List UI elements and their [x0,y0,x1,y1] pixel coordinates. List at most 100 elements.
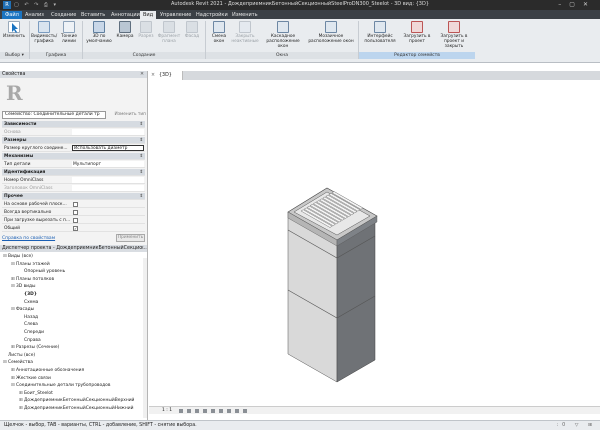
property-row[interactable]: Размер круглого соедине... Использовать д… [2,145,145,152]
close-icon[interactable]: ✕ [140,71,144,78]
tree-node[interactable]: Справа [19,338,41,344]
property-row[interactable]: Всегда вертикально [2,209,145,216]
tree-node[interactable]: Спереди [19,330,44,336]
collapse-toggle-icon[interactable]: ⇕ [139,153,143,160]
tree-node[interactable]: ⊞Аннотационные обозначения [11,368,84,374]
tree-node[interactable]: ⊟Планы этажей [11,262,50,268]
tree-node[interactable]: ⊟Семейства [3,360,33,366]
close-icon[interactable]: × [151,71,155,80]
property-value[interactable] [72,177,144,183]
tab-annotate[interactable]: Аннотации [108,11,143,19]
model-3d-view[interactable] [149,80,600,406]
collapse-toggle-icon[interactable]: ⇕ [139,137,143,144]
callout-button[interactable]: Фрагмент плана [157,21,181,44]
elevation-button[interactable]: Фасад [182,21,202,39]
modify-button[interactable]: Изменить [2,21,26,39]
type-selector[interactable]: Семейство: Соединительные детали тр [2,111,106,119]
property-value[interactable]: Мультипорт [72,161,144,167]
tree-node[interactable]: ⊟Виды (все) [3,254,33,260]
close-inactive-button[interactable]: Закрыть неактивные [231,21,259,44]
tree-node[interactable]: Листы (все) [3,353,35,359]
reveal-hidden-icon[interactable] [243,409,247,413]
collapse-toggle-icon[interactable]: ⇕ [139,169,143,176]
tab-manage[interactable]: Управление [157,11,194,19]
property-category[interactable]: Зависимости ⇕ [2,121,145,128]
tree-node[interactable]: Назад [19,315,38,321]
crop-view-icon[interactable] [211,409,215,413]
tab-addins[interactable]: Надстройки [193,11,231,19]
tree-node-label: Виды (все) [8,254,33,259]
window-controls[interactable]: –▢✕ [558,1,596,8]
property-checkbox[interactable] [73,202,78,207]
tab-insert[interactable]: Вставить [78,11,108,19]
property-checkbox[interactable]: ✓ [73,226,78,231]
properties-help-link[interactable]: Справка по свойствам [2,236,55,241]
hide-isolate-icon[interactable] [235,409,239,413]
tree-node[interactable]: Схема [19,300,38,306]
apply-button[interactable]: Применить [116,234,145,242]
tree-node[interactable]: ⊞Жесткие связи [11,376,51,382]
property-category[interactable]: Механизмы ⇕ [2,153,145,160]
property-category[interactable]: Идентификация ⇕ [2,169,145,176]
visual-style-icon[interactable] [187,409,191,413]
drawing-area[interactable] [149,80,600,406]
property-row[interactable]: Тип детали Мультипорт [2,161,145,168]
cascade-windows-button[interactable]: Каскадное расположение окон [262,21,304,49]
camera-button[interactable]: Камера [115,21,135,39]
tree-node[interactable]: ⊞Разрезы (Сечение) [11,345,59,351]
property-row[interactable]: Номер OmniClass [2,177,145,184]
view-control-icons[interactable] [179,409,289,413]
panel-select[interactable]: Выбор ▾ [0,52,29,59]
collapse-toggle-icon[interactable]: ⇕ [139,121,143,128]
sun-path-icon[interactable] [195,409,199,413]
tab-analyze[interactable]: Анализ [22,11,47,19]
property-value[interactable] [72,185,144,191]
detail-level-icon[interactable] [179,409,183,413]
tile-windows-button[interactable]: Мозаичное расположение окон [308,21,354,44]
section-button[interactable]: Разрез [136,21,156,39]
edit-type-button[interactable]: Изменить тип [108,111,147,119]
property-category[interactable]: Прочее ⇕ [2,193,145,200]
lock-view-icon[interactable] [227,409,231,413]
shadows-icon[interactable] [203,409,207,413]
tree-node[interactable]: ⊞Боит_Steelot [19,391,53,397]
tree-node[interactable]: ⊞Планы потолков [11,277,54,283]
tree-node[interactable]: ⊟Соединительные детали трубопроводов [11,383,110,389]
property-row[interactable]: На основе рабочей плоск... [2,201,145,208]
property-category[interactable]: Размеры ⇕ [2,137,145,144]
property-row[interactable]: Общий ✓ [2,225,145,232]
property-row[interactable]: Основа [2,129,145,136]
tab-file[interactable]: Файл [2,11,22,19]
property-row[interactable]: Заголовок OmniClass [2,185,145,192]
user-interface-button[interactable]: Интерфейс пользователя [362,21,398,44]
property-value[interactable]: Использовать диаметр [72,145,144,151]
tree-node[interactable]: ⊟Фасады [11,307,34,313]
visibility-graphics-button[interactable]: Видимость/ графика [31,21,57,44]
show-crop-icon[interactable] [219,409,223,413]
view-scale[interactable]: 1 : 1 [162,407,172,415]
tab-create[interactable]: Создание [48,11,79,19]
switch-windows-button[interactable]: Смена окон [208,21,230,44]
collapse-toggle-icon[interactable]: ⇕ [139,193,143,200]
tab-modify[interactable]: Изменить [229,11,261,19]
tab-view[interactable]: Вид [140,11,157,19]
load-and-close-button[interactable]: Загрузить в проект и закрыть [436,21,472,49]
property-value[interactable] [72,129,144,135]
tree-node[interactable]: Слева [19,322,38,328]
tree-node[interactable]: {3D} [19,292,37,298]
close-icon[interactable]: ✕ [140,245,144,252]
default-3d-view-button[interactable]: 3D по умолчанию [84,21,114,44]
property-row[interactable]: При загрузке вырезать с п... [2,217,145,224]
tile-label: Мозаичное расположение окон [308,34,354,44]
thin-lines-button[interactable]: Тонкие линии [58,21,80,44]
load-into-project-button[interactable]: Загрузить в проект [402,21,432,44]
project-browser-scrollbar[interactable] [143,258,147,418]
property-checkbox[interactable] [73,218,78,223]
property-checkbox[interactable] [73,210,78,215]
tree-node[interactable]: ⊟3D виды [11,284,36,290]
tree-node[interactable]: ⊞ДождеприемникБетонныйСекционныйВерхний [19,398,134,404]
view-tab-3d[interactable]: × {3D} [149,71,183,80]
tree-node[interactable]: Опорный уровень [19,269,65,275]
tree-node[interactable]: ⊞ДождеприемникБетонныйСекционныйНижний [19,406,133,412]
status-right-icons[interactable]: :0 ▽ ⊞ [557,421,596,430]
